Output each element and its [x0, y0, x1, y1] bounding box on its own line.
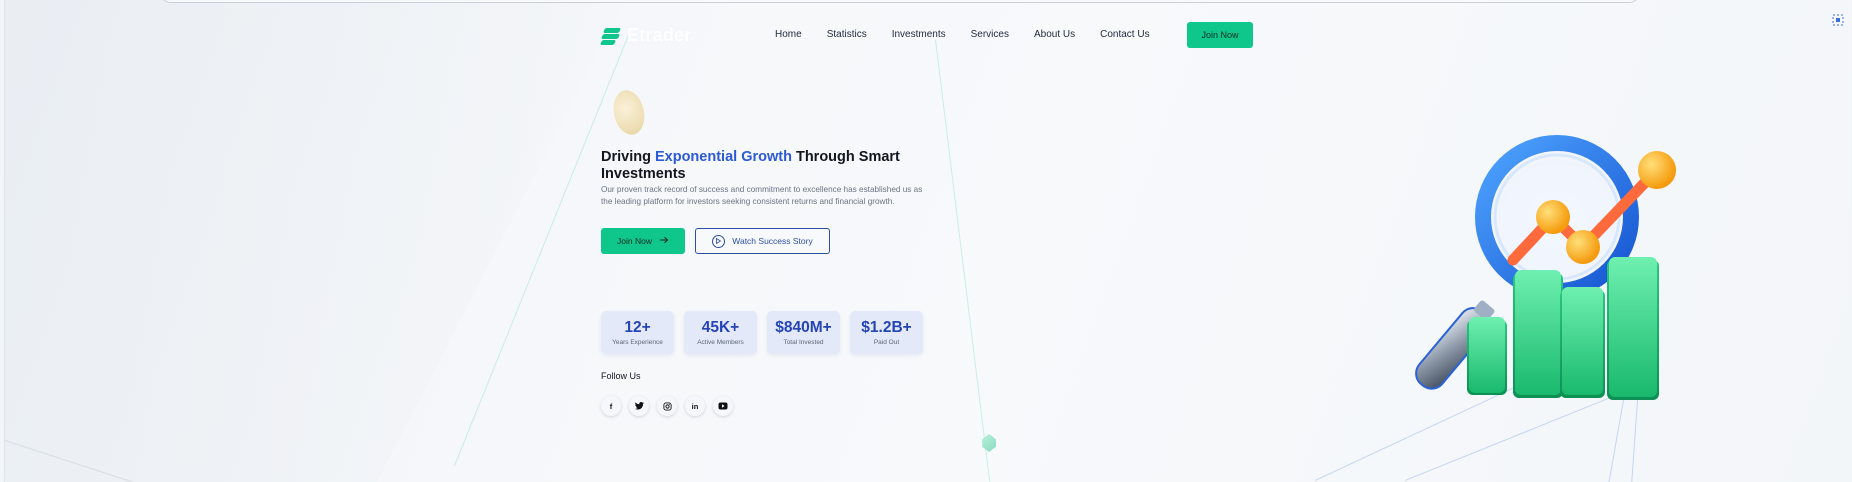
- stat-label: Years Experience: [612, 339, 663, 346]
- facebook-icon[interactable]: f: [601, 396, 621, 416]
- background-line: [935, 39, 991, 482]
- hero-title-prefix: Driving: [601, 149, 655, 165]
- main-nav: Home Statistics Investments Services Abo…: [775, 29, 1175, 40]
- stat-label: Total Invested: [783, 339, 824, 346]
- nav-item-statistics[interactable]: Statistics: [827, 29, 867, 40]
- nav-item-investments[interactable]: Investments: [892, 29, 946, 40]
- follow-us-label: Follow Us: [601, 371, 641, 381]
- join-now-button[interactable]: Join Now: [601, 228, 685, 254]
- brand-logo[interactable]: Etrader: [599, 25, 692, 46]
- nav-item-services[interactable]: Services: [971, 29, 1009, 40]
- watch-success-story-label: Watch Success Story: [732, 236, 813, 246]
- stat-card: $1.2B+ Paid Out: [850, 311, 923, 354]
- stat-card: $840M+ Total Invested: [767, 311, 840, 354]
- nav-item-home[interactable]: Home: [775, 29, 802, 40]
- stat-value: $840M+: [775, 319, 832, 336]
- hero-description: Our proven track record of success and c…: [601, 185, 923, 206]
- growth-chart-magnifier-icon: [1385, 125, 1685, 415]
- youtube-icon[interactable]: [713, 396, 733, 416]
- logo-icon: [599, 27, 622, 45]
- nav-item-about-us[interactable]: About Us: [1034, 29, 1075, 40]
- hero-title: Driving Exponential Growth Through Smart…: [601, 149, 931, 183]
- instagram-icon[interactable]: [657, 396, 677, 416]
- stat-value: 45K+: [701, 319, 740, 336]
- stat-label: Paid Out: [873, 339, 900, 346]
- nav-item-contact-us[interactable]: Contact Us: [1100, 29, 1149, 40]
- browser-edge: [160, 0, 1640, 3]
- nav-join-button[interactable]: Join Now: [1187, 22, 1253, 48]
- expand-icon[interactable]: [1832, 14, 1844, 26]
- background-panel: [5, 0, 625, 482]
- stat-value: $1.2B+: [861, 319, 912, 336]
- stat-label: Active Members: [697, 339, 744, 346]
- social-links: f in: [601, 396, 733, 416]
- stat-value: 12+: [624, 319, 651, 336]
- brand-name: Etrader: [627, 25, 692, 45]
- linkedin-icon[interactable]: in: [685, 396, 705, 416]
- stats-row: 12+ Years Experience 45K+ Active Members…: [601, 311, 923, 354]
- stat-card: 45K+ Active Members: [684, 311, 757, 354]
- arrow-right-icon: [659, 236, 669, 246]
- play-circle-icon: [712, 234, 726, 248]
- watch-success-story-button[interactable]: Watch Success Story: [695, 228, 830, 254]
- join-now-label: Join Now: [617, 236, 652, 246]
- hero-title-accent: Exponential Growth: [654, 149, 792, 165]
- stat-card: 12+ Years Experience: [601, 311, 674, 354]
- twitter-icon[interactable]: [629, 396, 649, 416]
